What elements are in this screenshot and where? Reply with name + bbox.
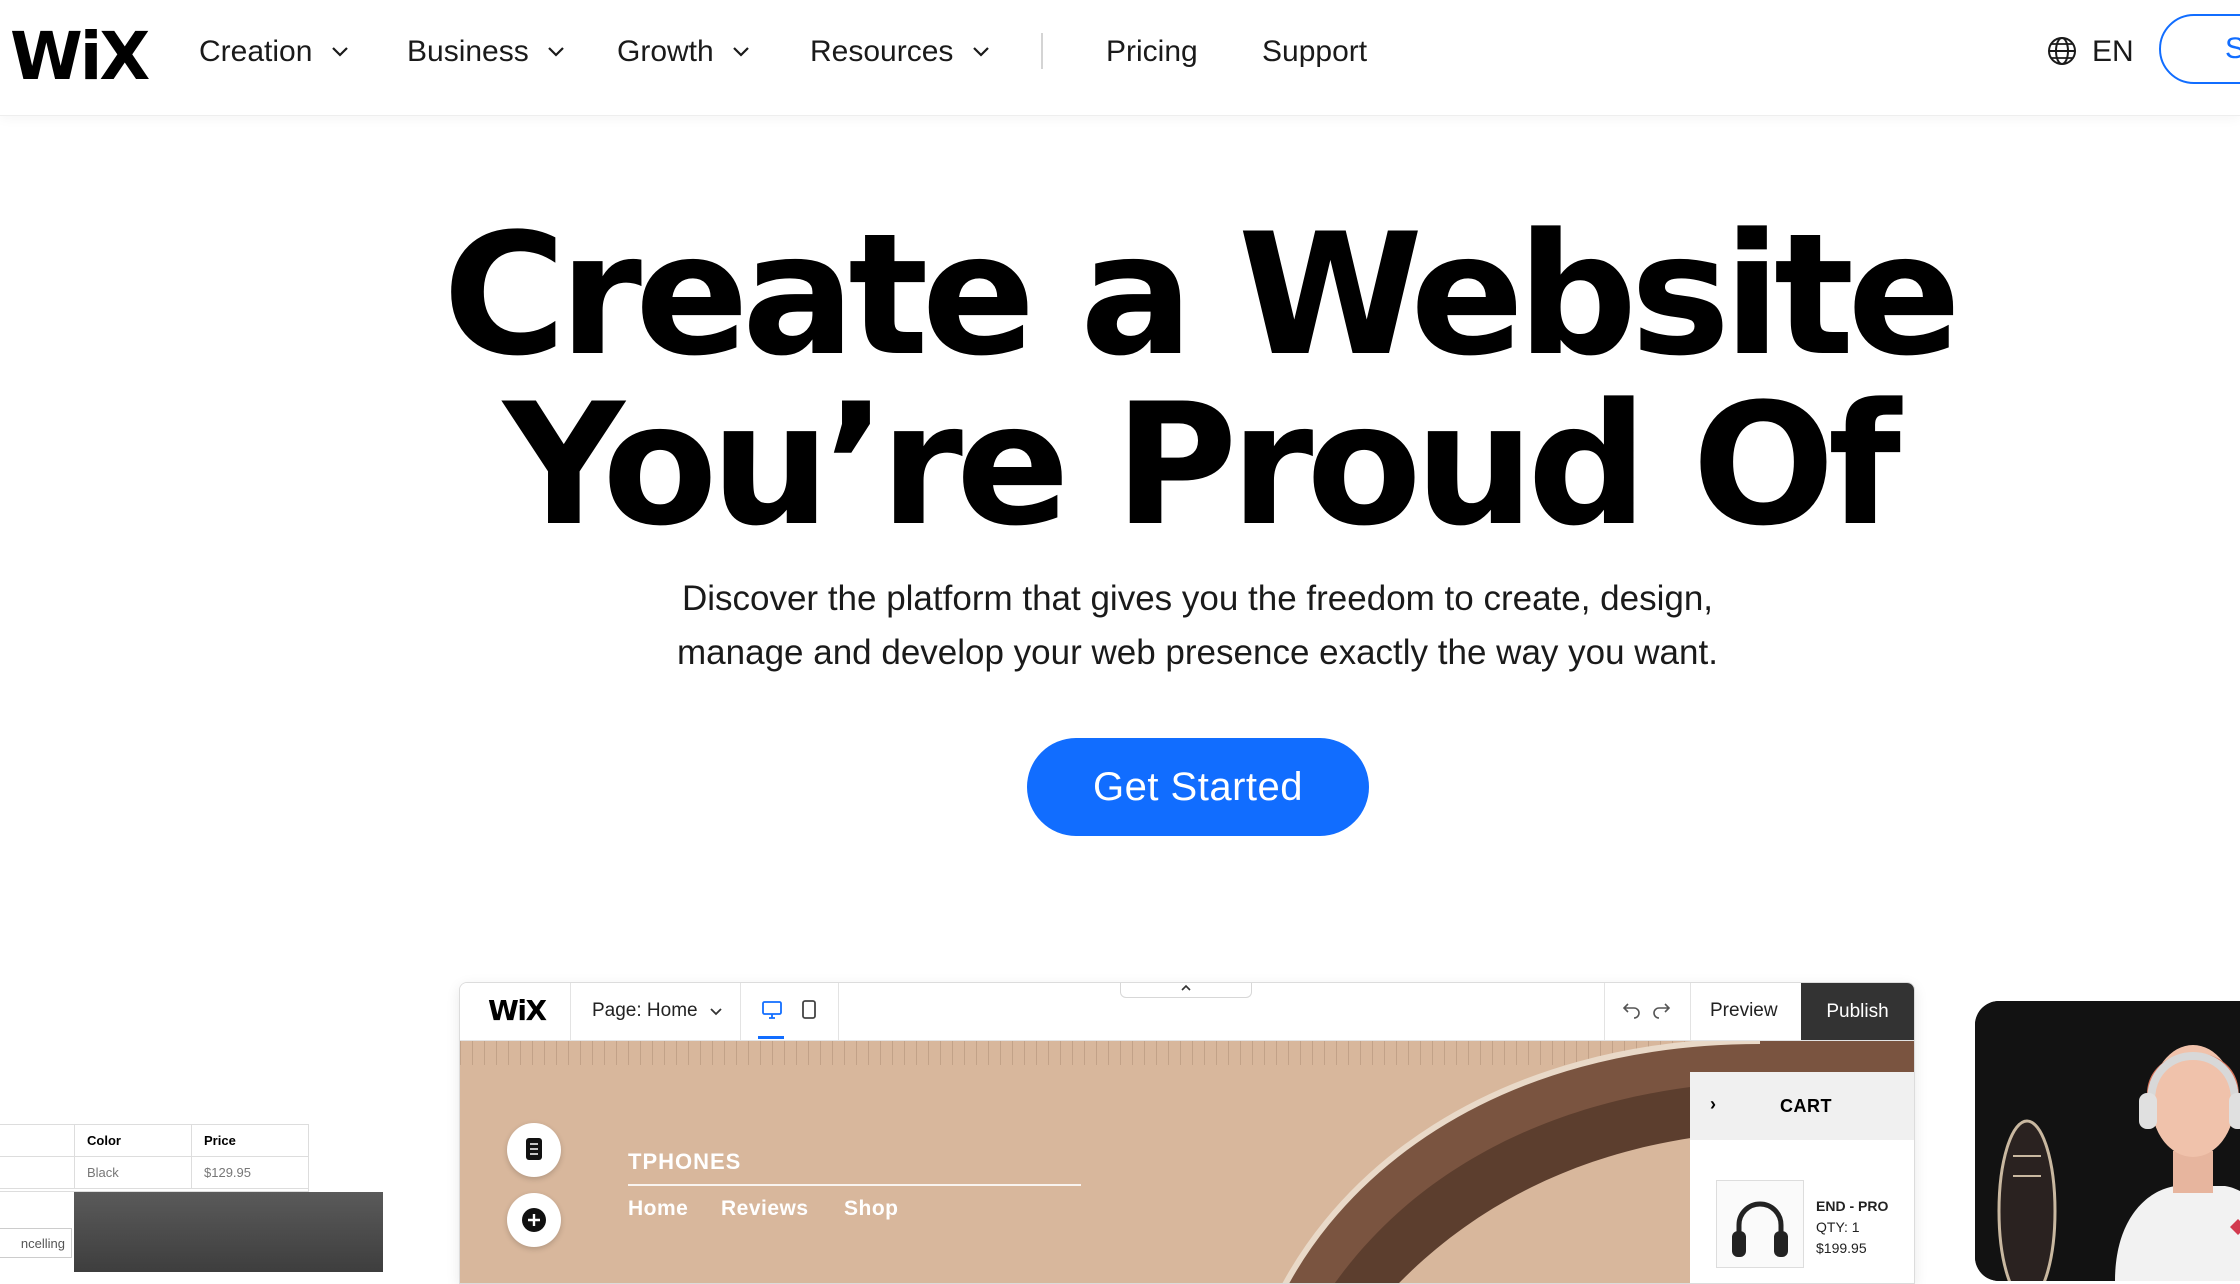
nav-item-label: Business xyxy=(407,35,529,68)
nav-item-label: Resources xyxy=(810,35,954,68)
hero-title: Create a Website You’re Proud Of xyxy=(0,210,2240,550)
product-table-card: Color Price Black $129.95 xyxy=(0,1124,309,1192)
page-selector-label: Page: Home xyxy=(592,1000,698,1021)
site-nav-shop[interactable]: Shop xyxy=(844,1197,899,1221)
toolbar-divider xyxy=(838,983,839,1040)
headphones-icon xyxy=(1732,1201,1788,1257)
table-header-price: Price xyxy=(192,1125,308,1157)
language-selector[interactable]: EN xyxy=(2046,28,2134,76)
editor-mockup: WiX Page: Home Preview Publish TPHONES H… xyxy=(459,982,1915,1284)
toolbar-divider xyxy=(740,983,741,1040)
globe-icon xyxy=(2048,36,2076,65)
hero-subtitle-line: Discover the platform that gives you the… xyxy=(681,579,1714,618)
chevron-up-icon xyxy=(1181,984,1191,991)
desktop-view-icon[interactable] xyxy=(761,999,783,1021)
nav-item-business[interactable]: Business xyxy=(407,28,565,76)
publish-button[interactable]: Publish xyxy=(1801,983,1914,1040)
plus-icon xyxy=(522,1208,546,1232)
product-thumbnail xyxy=(1716,1180,1804,1268)
table-cell-color: Black xyxy=(75,1157,192,1189)
site-nav-home[interactable]: Home xyxy=(628,1197,688,1221)
toolbar-divider xyxy=(1604,983,1605,1040)
cart-panel: › CART END - PRO QTY: 1 $199.95 xyxy=(1690,1072,1914,1283)
person-with-headphones-image xyxy=(1975,1001,2240,1281)
nav-link-support[interactable]: Support xyxy=(1262,28,1367,76)
chevron-down-icon xyxy=(972,47,989,57)
table-cell xyxy=(0,1125,75,1157)
editor-canvas: TPHONES Home Reviews Shop › CART END - P… xyxy=(460,1041,1914,1283)
collapse-handle[interactable] xyxy=(1120,983,1252,998)
hero-subtitle: Discover the platform that gives you the… xyxy=(0,572,2240,680)
site-nav-reviews[interactable]: Reviews xyxy=(721,1197,809,1221)
get-started-button[interactable]: Get Started xyxy=(1027,738,1369,836)
cart-item-price: $199.95 xyxy=(1816,1240,1867,1256)
language-label: EN xyxy=(2092,35,2134,68)
editor-logo: WiX xyxy=(488,994,547,1027)
top-navigation: WiX Creation Business Growth Resources P… xyxy=(0,0,2240,116)
nav-item-label: Creation xyxy=(199,35,313,68)
pages-icon xyxy=(526,1138,542,1160)
chevron-down-icon xyxy=(331,47,348,57)
redo-icon[interactable] xyxy=(1651,999,1671,1019)
page-selector[interactable]: Page: Home xyxy=(592,999,723,1023)
pages-tool-button[interactable] xyxy=(507,1123,561,1177)
undo-icon[interactable] xyxy=(1622,999,1642,1019)
site-brand: TPHONES xyxy=(628,1149,742,1174)
nav-divider xyxy=(1041,33,1043,69)
cart-item-details: END - PRO QTY: 1 $199.95 xyxy=(1816,1196,1888,1259)
table-cell-price: $129.95 xyxy=(192,1157,308,1189)
active-device-indicator xyxy=(758,1036,784,1039)
nav-link-pricing[interactable]: Pricing xyxy=(1106,28,1198,76)
nav-item-growth[interactable]: Growth xyxy=(617,28,750,76)
chevron-down-icon xyxy=(548,47,564,57)
toolbar-divider xyxy=(1690,983,1691,1040)
hero-title-line: You’re Proud Of xyxy=(502,367,1901,563)
table-header-color: Color xyxy=(75,1125,192,1157)
mobile-view-icon[interactable] xyxy=(801,999,817,1021)
cart-title: CART xyxy=(1780,1096,1832,1116)
nav-item-creation[interactable]: Creation xyxy=(199,28,349,76)
chevron-down-icon xyxy=(733,47,749,57)
site-divider xyxy=(628,1184,1081,1186)
chevron-down-icon xyxy=(710,1008,722,1016)
wix-logo[interactable]: WiX xyxy=(10,12,150,102)
cart-item-name: END - PRO xyxy=(1816,1198,1889,1214)
dark-image-block xyxy=(74,1192,383,1272)
sign-in-button[interactable]: S xyxy=(2159,14,2240,84)
table-cell xyxy=(0,1157,75,1189)
nav-item-label: Growth xyxy=(617,35,714,68)
cart-item-qty: QTY: 1 xyxy=(1816,1219,1860,1235)
editor-toolbar: WiX Page: Home Preview Publish xyxy=(460,983,1914,1041)
toolbar-divider xyxy=(570,983,571,1040)
hero-title-line: Create a Website xyxy=(442,197,1961,393)
cart-header: › CART xyxy=(1690,1072,1914,1140)
chevron-right-icon[interactable]: › xyxy=(1710,1094,1716,1115)
hero-subtitle-line: manage and develop your web presence exa… xyxy=(677,633,1718,672)
nav-item-resources[interactable]: Resources xyxy=(810,28,990,76)
add-element-button[interactable] xyxy=(507,1193,561,1247)
preview-button[interactable]: Preview xyxy=(1710,999,1778,1023)
feature-chip: ncelling xyxy=(0,1228,72,1258)
person-photo-card xyxy=(1975,1001,2240,1281)
